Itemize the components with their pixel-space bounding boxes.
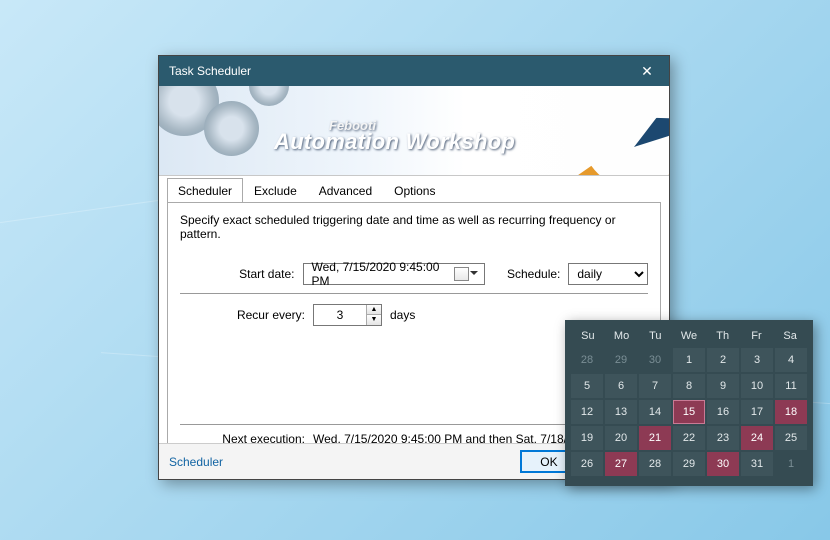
calendar-cell[interactable]: 15	[673, 400, 705, 424]
start-date-picker[interactable]: Wed, 7/15/2020 9:45:00 PM	[303, 263, 486, 285]
recur-label: Recur every:	[180, 308, 305, 322]
tab-options[interactable]: Options	[383, 178, 446, 202]
calendar-cell[interactable]: 26	[571, 452, 603, 476]
calendar-cell[interactable]: 12	[571, 400, 603, 424]
scheduler-link[interactable]: Scheduler	[169, 455, 514, 469]
calendar-day-header: Th	[706, 330, 740, 342]
calendar-cell[interactable]: 27	[605, 452, 637, 476]
calendar-day-header: Su	[571, 330, 605, 342]
banner-title: Automation Workshop	[274, 129, 515, 155]
calendar-day-header: Mo	[605, 330, 639, 342]
tab-advanced[interactable]: Advanced	[308, 178, 383, 202]
calendar-cell[interactable]: 21	[639, 426, 671, 450]
clock-decoration	[564, 86, 669, 176]
close-icon[interactable]: ✕	[635, 63, 659, 80]
calendar-cell[interactable]: 4	[775, 348, 807, 372]
tab-row: Scheduler Exclude Advanced Options	[159, 178, 669, 202]
calendar-cell[interactable]: 3	[741, 348, 773, 372]
calendar-cell[interactable]: 9	[707, 374, 739, 398]
calendar-cell[interactable]: 1	[673, 348, 705, 372]
calendar-cell[interactable]: 10	[741, 374, 773, 398]
calendar-cell[interactable]: 2	[707, 348, 739, 372]
tab-scheduler[interactable]: Scheduler	[167, 178, 243, 202]
schedule-label: Schedule:	[507, 267, 560, 281]
banner: Febooti Automation Workshop	[159, 86, 669, 176]
calendar-icon[interactable]	[454, 267, 469, 281]
calendar-cell[interactable]: 11	[775, 374, 807, 398]
titlebar[interactable]: Task Scheduler ✕	[159, 56, 669, 86]
calendar-cell: 1	[775, 452, 807, 476]
calendar-cell[interactable]: 24	[741, 426, 773, 450]
calendar-cell[interactable]: 13	[605, 400, 637, 424]
recur-unit: days	[390, 308, 415, 322]
calendar-cell[interactable]: 23	[707, 426, 739, 450]
window-title: Task Scheduler	[169, 64, 635, 78]
schedule-select[interactable]: daily	[568, 263, 648, 285]
calendar-cell[interactable]: 6	[605, 374, 637, 398]
calendar-cell[interactable]: 25	[775, 426, 807, 450]
start-date-label: Start date:	[180, 267, 295, 281]
calendar-day-header: Tu	[638, 330, 672, 342]
calendar-day-header: Sa	[773, 330, 807, 342]
start-date-value: Wed, 7/15/2020 9:45:00 PM	[308, 260, 451, 288]
calendar-cell[interactable]: 19	[571, 426, 603, 450]
recur-spinner[interactable]: ▲ ▼	[313, 304, 382, 326]
calendar-day-header: We	[672, 330, 706, 342]
calendar-popup[interactable]: SuMoTuWeThFrSa 2829301234567891011121314…	[565, 320, 813, 486]
calendar-cell[interactable]: 28	[639, 452, 671, 476]
calendar-cell[interactable]: 17	[741, 400, 773, 424]
calendar-cell: 28	[571, 348, 603, 372]
calendar-cell[interactable]: 14	[639, 400, 671, 424]
calendar-weekday-row: SuMoTuWeThFrSa	[571, 330, 807, 342]
spin-down-icon[interactable]: ▼	[367, 315, 381, 325]
calendar-cell[interactable]: 8	[673, 374, 705, 398]
calendar-cell[interactable]: 31	[741, 452, 773, 476]
calendar-cell[interactable]: 20	[605, 426, 637, 450]
calendar-cell[interactable]: 5	[571, 374, 603, 398]
calendar-cell: 30	[639, 348, 671, 372]
calendar-cell[interactable]: 18	[775, 400, 807, 424]
tab-exclude[interactable]: Exclude	[243, 178, 308, 202]
calendar-cell[interactable]: 22	[673, 426, 705, 450]
calendar-cell[interactable]: 30	[707, 452, 739, 476]
banner-text: Febooti Automation Workshop	[274, 118, 515, 155]
spin-up-icon[interactable]: ▲	[367, 305, 381, 315]
divider	[180, 293, 648, 294]
calendar-cell[interactable]: 29	[673, 452, 705, 476]
recur-input[interactable]	[314, 305, 366, 325]
calendar-cell[interactable]: 16	[707, 400, 739, 424]
calendar-grid: 2829301234567891011121314151617181920212…	[571, 348, 807, 476]
pane-description: Specify exact scheduled triggering date …	[180, 213, 648, 249]
calendar-cell[interactable]: 7	[639, 374, 671, 398]
calendar-cell: 29	[605, 348, 637, 372]
calendar-day-header: Fr	[740, 330, 774, 342]
